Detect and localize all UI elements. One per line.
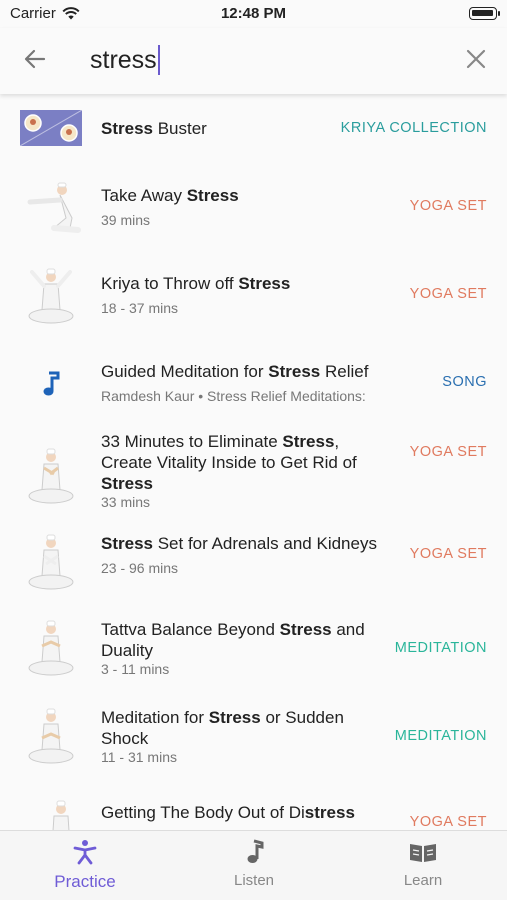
list-item[interactable]: Tattva Balance Beyond Stress and Duality… [0,610,507,694]
yoga-pose-thumbnail [28,448,74,504]
search-bar: stress [0,28,507,94]
result-duration: 3 - 11 mins [101,661,170,677]
tab-practice[interactable]: Practice [25,839,145,892]
result-artist: Ramdesh Kaur • Stress Relief Meditations… [101,388,366,404]
tab-listen[interactable]: Listen [194,839,314,889]
result-type-badge: YOGA SET [409,444,487,460]
tab-label: Listen [233,872,275,889]
close-icon[interactable] [465,48,487,70]
yoga-pose-thumbnail [27,182,81,233]
text-caret [157,45,160,75]
result-title: Meditation for Stress or Sudden Shock [101,708,344,748]
list-item[interactable]: Take Away Stress 39 mins YOGA SET [0,170,507,250]
result-duration: 18 - 37 mins [101,300,179,316]
battery-icon [469,7,500,20]
list-item[interactable]: 33 Minutes to Eliminate Stress, Create V… [0,430,507,518]
result-title: 33 Minutes to Eliminate Stress, Create V… [101,432,357,493]
result-type-badge: SONG [442,374,487,390]
yoga-pose-thumbnail [28,534,74,590]
result-type-badge: YOGA SET [409,286,487,302]
music-note-icon [247,839,264,863]
result-title: Stress Set for Adrenals and Kidneys [101,534,377,553]
result-duration: 11 - 31 mins [101,749,177,765]
result-title: Tattva Balance Beyond Stress and Duality [101,620,365,660]
yoga-pose-thumbnail [28,708,74,764]
kriya-collection-thumbnail [20,110,82,146]
result-title: Getting The Body Out of Distress [101,803,355,822]
bottom-tab-bar: Practice Listen Learn [0,830,507,900]
person-pose-icon [73,840,97,865]
list-item[interactable]: Stress Buster KRIYA COLLECTION [0,94,507,162]
result-type-badge: YOGA SET [409,814,487,830]
search-input[interactable]: stress [90,42,160,78]
tab-learn[interactable]: Learn [363,839,483,889]
list-item[interactable]: Guided Meditation for Stress Relief Ramd… [0,346,507,426]
music-note-icon [43,371,60,396]
yoga-pose-thumbnail [28,620,74,676]
result-type-badge: KRIYA COLLECTION [340,120,487,136]
yoga-pose-thumbnail [52,800,70,830]
list-item[interactable]: Getting The Body Out of Distress YOGA SE… [0,786,507,830]
list-item[interactable]: Stress Set for Adrenals and Kidneys 23 -… [0,524,507,604]
result-duration: 23 - 96 mins [101,560,179,576]
status-bar: Carrier 12:48 PM [0,0,507,28]
result-duration: 39 mins [101,212,151,228]
result-type-badge: YOGA SET [409,546,487,562]
result-type-badge: MEDITATION [394,640,487,656]
result-title: Take Away Stress [101,186,239,205]
back-arrow-icon[interactable] [22,46,48,72]
result-type-badge: MEDITATION [394,728,487,744]
search-results-list: Stress Buster KRIYA COLLECTION Take Away… [0,94,507,830]
result-type-badge: YOGA SET [409,198,487,214]
result-duration: 33 mins [101,494,151,510]
search-query-text: stress [90,45,157,74]
tab-label: Learn [403,872,443,889]
result-title: Guided Meditation for Stress Relief [101,362,369,381]
open-book-icon [410,844,436,862]
list-item[interactable]: Kriya to Throw off Stress 18 - 37 mins Y… [0,258,507,338]
clock: 12:48 PM [220,5,287,22]
result-title: Kriya to Throw off Stress [101,274,291,293]
yoga-pose-thumbnail [28,268,74,324]
list-item[interactable]: Meditation for Stress or Sudden Shock 11… [0,698,507,782]
tab-label: Practice [54,872,116,891]
